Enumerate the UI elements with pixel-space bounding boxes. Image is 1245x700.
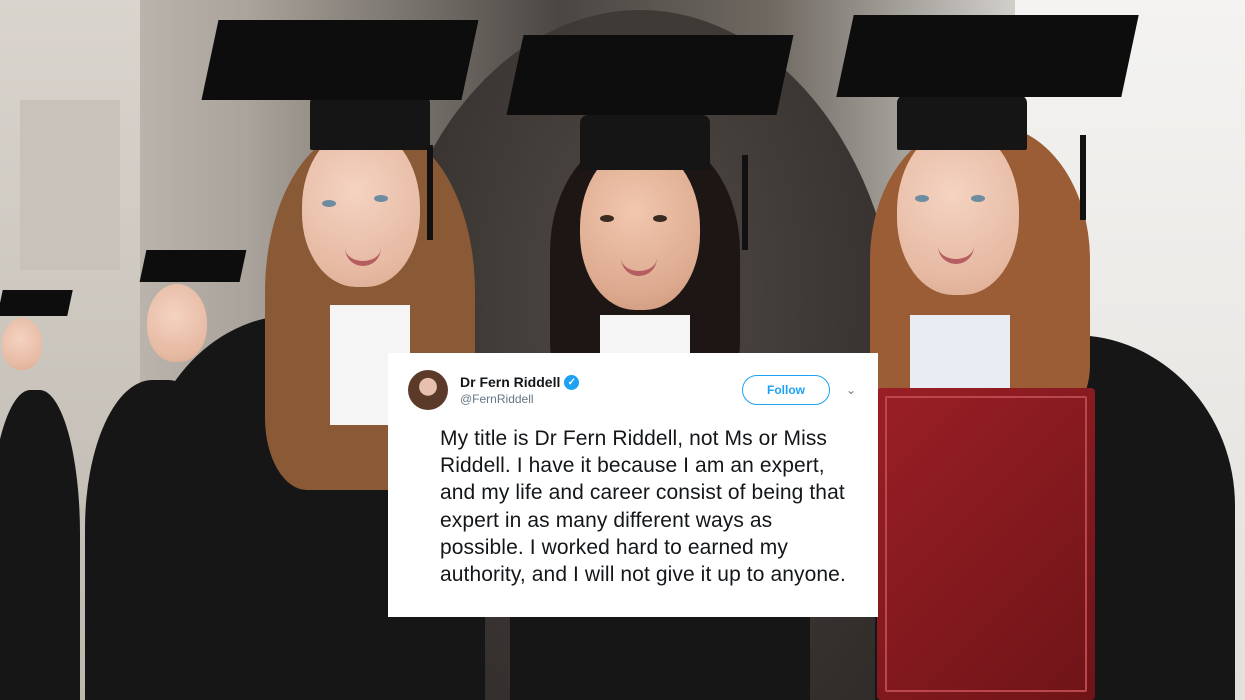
avatar[interactable]	[408, 370, 448, 410]
tweet-author: Dr Fern Riddell ✓ @FernRiddell	[460, 374, 742, 406]
tweet-header: Dr Fern Riddell ✓ @FernRiddell Follow ⌄	[408, 369, 858, 411]
tweet-card: Dr Fern Riddell ✓ @FernRiddell Follow ⌄ …	[388, 353, 878, 617]
chevron-down-icon[interactable]: ⌄	[844, 383, 858, 397]
diploma-folder	[877, 388, 1095, 700]
follow-button[interactable]: Follow	[742, 375, 830, 405]
verified-badge-icon: ✓	[564, 374, 580, 390]
graduate-right	[835, 15, 1235, 700]
user-handle[interactable]: @FernRiddell	[460, 392, 742, 406]
display-name[interactable]: Dr Fern Riddell	[460, 374, 560, 390]
tweet-text: My title is Dr Fern Riddell, not Ms or M…	[440, 427, 846, 587]
background-graduate-1	[0, 280, 90, 700]
photo-background: Dr Fern Riddell ✓ @FernRiddell Follow ⌄ …	[0, 0, 1245, 700]
